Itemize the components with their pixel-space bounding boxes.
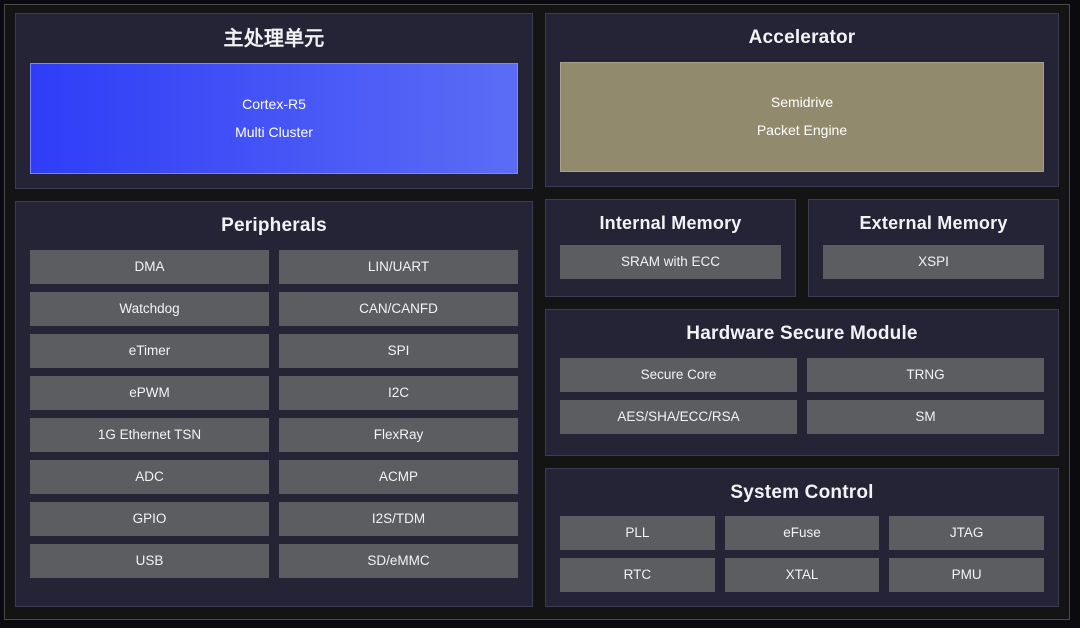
chip-peripheral[interactable]: ePWM xyxy=(30,375,269,410)
soc-architecture-diagram: 主处理单元 Cortex-R5 Multi Cluster Peripheral… xyxy=(4,4,1070,620)
chip-grid-system-control: PLL eFuse JTAG RTC XTAL PMU xyxy=(560,516,1044,592)
panel-title-main-processing-unit: 主处理单元 xyxy=(223,28,325,50)
chip-hsm[interactable]: AES/SHA/ECC/RSA xyxy=(560,399,797,434)
chip-peripheral[interactable]: SPI xyxy=(279,333,518,368)
block-cortex-r5-line1: Cortex-R5 xyxy=(242,96,306,113)
panel-title-internal-memory: Internal Memory xyxy=(599,213,742,234)
chip-grid-peripherals: DMA LIN/UART Watchdog CAN/CANFD eTimer SPI ePW… xyxy=(30,249,518,578)
panel-title-external-memory: External Memory xyxy=(859,213,1008,234)
chip-peripheral[interactable]: USB xyxy=(30,543,269,578)
chip-hsm[interactable]: Secure Core xyxy=(560,357,797,392)
chip-system-control[interactable]: PLL xyxy=(560,516,715,550)
panel-external-memory: External Memory XSPI xyxy=(808,199,1059,298)
panel-hardware-secure-module: Hardware Secure Module Secure Core TRNG AE… xyxy=(545,309,1059,456)
chip-system-control[interactable]: XTAL xyxy=(724,558,880,592)
panel-internal-memory: Internal Memory SRAM with ECC xyxy=(545,199,796,298)
left-column: 主处理单元 Cortex-R5 Multi Cluster Peripheral… xyxy=(15,13,533,607)
panel-title-accelerator: Accelerator xyxy=(748,27,856,48)
chip-system-control[interactable]: JTAG xyxy=(889,516,1044,550)
chip-external-memory[interactable]: XSPI xyxy=(823,245,1044,280)
right-column: Accelerator Semidrive Packet Engine Inte… xyxy=(545,13,1059,607)
block-semidrive-line1: Semidrive xyxy=(770,94,834,111)
chip-grid-internal-memory: SRAM with ECC xyxy=(560,245,781,280)
chip-peripheral[interactable]: eTimer xyxy=(30,333,269,368)
chip-peripheral[interactable]: I2S/TDM xyxy=(279,501,518,536)
chip-system-control[interactable]: PMU xyxy=(889,558,1044,592)
panel-system-control: System Control PLL eFuse JTAG RTC XTAL PMU xyxy=(545,467,1059,607)
chip-peripheral[interactable]: ACMP xyxy=(279,459,518,494)
memory-row: Internal Memory SRAM with ECC External M… xyxy=(545,199,1059,298)
chip-peripheral[interactable]: I2C xyxy=(279,375,518,410)
panel-main-processing-unit: 主处理单元 Cortex-R5 Multi Cluster xyxy=(15,13,533,189)
panel-peripherals: Peripherals DMA LIN/UART Watchdog CAN/CANFD… xyxy=(15,201,533,607)
chip-grid-hardware-secure-module: Secure Core TRNG AES/SHA/ECC/RSA SM xyxy=(560,357,1044,434)
chip-peripheral[interactable]: SD/eMMC xyxy=(279,543,518,578)
chip-hsm[interactable]: SM xyxy=(807,399,1044,434)
chip-internal-memory[interactable]: SRAM with ECC xyxy=(560,245,781,280)
block-cortex-r5: Cortex-R5 Multi Cluster xyxy=(30,63,518,174)
chip-peripheral[interactable]: 1G Ethernet TSN xyxy=(30,417,269,452)
chip-grid-external-memory: XSPI xyxy=(823,245,1044,280)
panel-title-peripherals: Peripherals xyxy=(221,215,327,236)
chip-peripheral[interactable]: FlexRay xyxy=(279,417,518,452)
chip-peripheral[interactable]: GPIO xyxy=(30,501,269,536)
chip-system-control[interactable]: eFuse xyxy=(724,516,880,550)
chip-peripheral[interactable]: LIN/UART xyxy=(279,249,518,284)
chip-peripheral[interactable]: DMA xyxy=(30,249,269,284)
block-cortex-r5-line2: Multi Cluster xyxy=(235,123,313,140)
chip-peripheral[interactable]: ADC xyxy=(30,459,269,494)
panel-accelerator: Accelerator Semidrive Packet Engine xyxy=(545,13,1059,188)
chip-peripheral[interactable]: CAN/CANFD xyxy=(279,291,518,326)
chip-peripheral[interactable]: Watchdog xyxy=(30,291,269,326)
panel-title-hardware-secure-module: Hardware Secure Module xyxy=(686,323,918,345)
block-semidrive-packet-engine: Semidrive Packet Engine xyxy=(560,61,1044,173)
chip-hsm[interactable]: TRNG xyxy=(807,357,1044,392)
block-semidrive-line2: Packet Engine xyxy=(756,121,848,138)
panel-title-system-control: System Control xyxy=(730,481,874,503)
chip-system-control[interactable]: RTC xyxy=(560,558,715,592)
